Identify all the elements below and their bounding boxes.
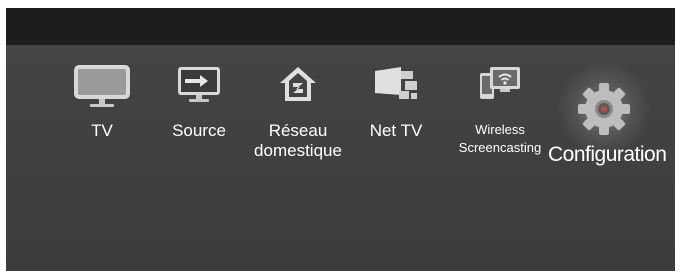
wireless-screencasting-icon xyxy=(480,67,520,99)
tv-home-screen: TV Source Réseau domestique Net TV Wirel… xyxy=(6,8,675,271)
menu-item-home-network[interactable]: Réseau domestique xyxy=(248,45,348,175)
home-menu-area: TV Source Réseau domestique Net TV Wirel… xyxy=(6,45,675,271)
menu-item-label: Net TV xyxy=(369,121,423,140)
net-tv-icon xyxy=(375,67,417,99)
tv-icon xyxy=(74,65,130,107)
menu-item-label: TV xyxy=(91,121,113,140)
menu-item-net-tv[interactable]: Net TV xyxy=(361,45,431,175)
menu-item-configuration[interactable]: Configuration xyxy=(548,45,667,185)
menu-item-label: Configuration xyxy=(548,143,667,166)
home-network-icon xyxy=(280,67,316,101)
menu-item-tv[interactable]: TV xyxy=(62,45,142,175)
home-menu: TV Source Réseau domestique Net TV Wirel… xyxy=(6,45,675,195)
menu-item-label: Réseau domestique xyxy=(254,121,342,161)
top-bar xyxy=(6,8,675,45)
source-icon xyxy=(178,67,220,102)
gear-icon xyxy=(578,83,630,135)
menu-item-label: Wireless Screencasting xyxy=(458,122,542,155)
menu-item-label: Source xyxy=(172,121,226,140)
menu-item-source[interactable]: Source xyxy=(163,45,235,175)
menu-item-wireless-screencasting[interactable]: Wireless Screencasting xyxy=(450,45,550,175)
